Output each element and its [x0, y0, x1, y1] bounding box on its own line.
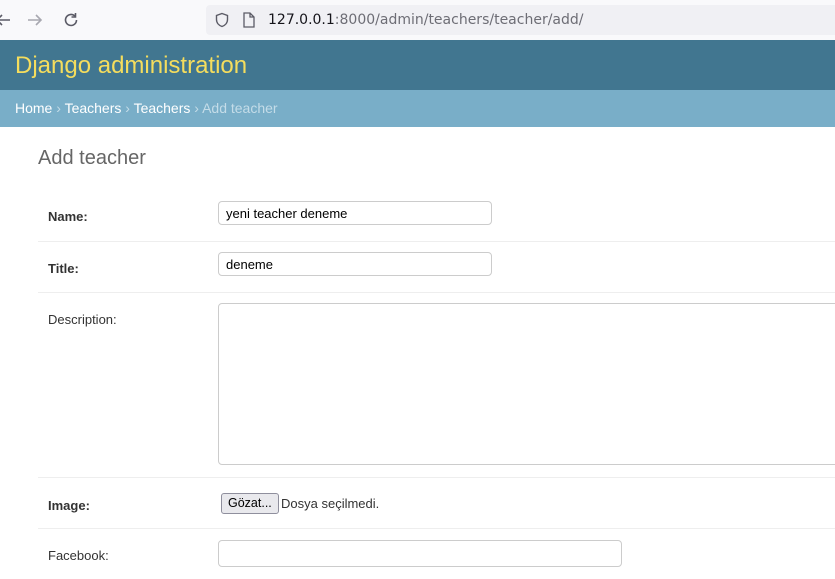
breadcrumb: Home › Teachers › Teachers › Add teacher	[0, 90, 835, 127]
form-row-facebook: Facebook:	[38, 529, 835, 579]
forward-arrow-icon[interactable]	[24, 9, 46, 31]
url-text: 127.0.0.1:8000/admin/teachers/teacher/ad…	[268, 5, 583, 35]
site-branding[interactable]: Django administration	[15, 40, 247, 92]
title-input[interactable]	[218, 252, 492, 276]
form-row-title: Title:	[38, 242, 835, 293]
form-row-image: Image: Gözat... Dosya seçilmedi.	[38, 478, 835, 529]
description-textarea[interactable]	[218, 303, 835, 465]
breadcrumb-app[interactable]: Teachers	[65, 100, 122, 116]
teacher-form: Name: Title: Description: Image: Gözat..…	[38, 189, 835, 579]
facebook-label: Facebook:	[48, 548, 109, 563]
reload-icon[interactable]	[60, 9, 82, 31]
file-status-text: Dosya seçilmedi.	[281, 496, 380, 511]
description-label: Description:	[48, 312, 117, 327]
breadcrumb-separator: ›	[194, 100, 199, 116]
browse-file-button[interactable]: Gözat...	[221, 493, 279, 514]
url-path: :8000/admin/teachers/teacher/add/	[334, 12, 584, 28]
address-bar[interactable]: 127.0.0.1:8000/admin/teachers/teacher/ad…	[206, 5, 835, 35]
page-title: Add teacher	[38, 147, 146, 169]
browser-toolbar: 127.0.0.1:8000/admin/teachers/teacher/ad…	[0, 0, 835, 40]
breadcrumb-separator: ›	[56, 100, 61, 116]
breadcrumb-separator: ›	[125, 100, 130, 116]
breadcrumb-home[interactable]: Home	[15, 100, 52, 116]
form-row-description: Description:	[38, 293, 835, 478]
page-icon	[242, 5, 256, 35]
breadcrumb-model[interactable]: Teachers	[134, 100, 191, 116]
name-input[interactable]	[218, 201, 492, 225]
back-arrow-icon[interactable]	[0, 9, 14, 31]
shield-icon[interactable]	[214, 5, 230, 35]
name-label: Name:	[48, 209, 88, 224]
image-label: Image:	[48, 498, 90, 513]
facebook-input[interactable]	[218, 540, 622, 567]
form-row-name: Name:	[38, 189, 835, 242]
title-label: Title:	[48, 261, 79, 276]
url-host: 127.0.0.1	[268, 12, 335, 28]
site-header: Django administration	[0, 40, 835, 90]
breadcrumb-current: Add teacher	[202, 100, 278, 116]
